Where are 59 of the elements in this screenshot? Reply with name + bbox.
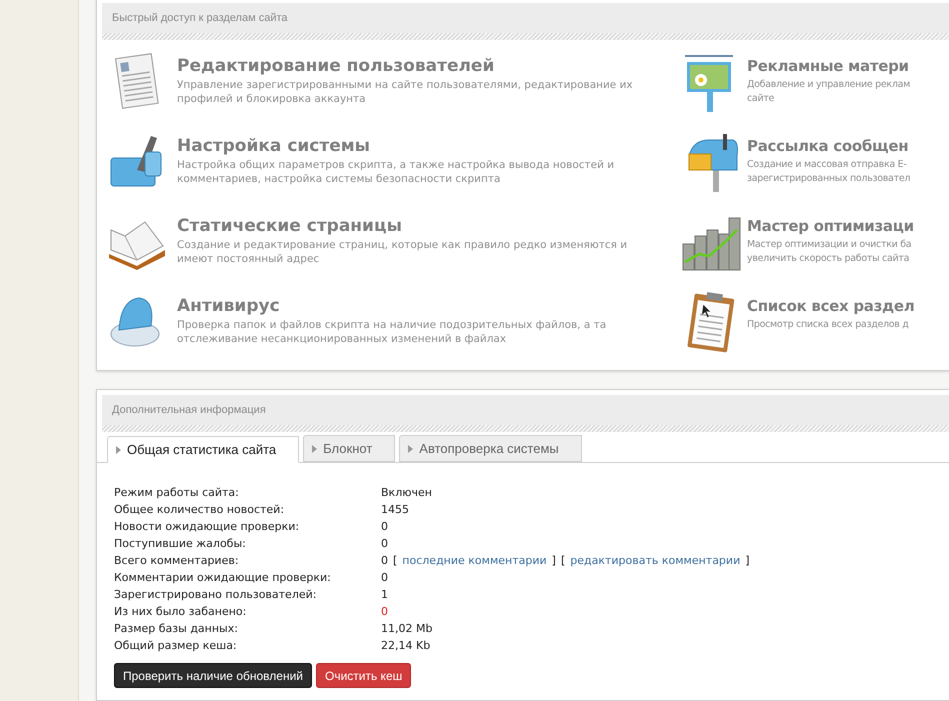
section-description: Просмотр списка всех разделов д (747, 318, 910, 332)
section-description: имеют постоянный адрес (177, 252, 320, 266)
section-title[interactable]: Статические страницы (177, 214, 628, 238)
section-description: Добавление и управление реклам (747, 78, 910, 92)
section-description: комментариев, настройка системы безопасности скрипта (177, 172, 502, 186)
triangle-icon (116, 446, 121, 454)
stat-value: 0 (381, 604, 388, 620)
triangle-icon (312, 444, 318, 452)
bracket-text: ] (745, 553, 750, 570)
section-title[interactable]: Список всех раздел (747, 294, 914, 318)
section-title[interactable]: Антивирус (177, 294, 606, 318)
stat-label: Зарегистрировано пользователей: (114, 587, 318, 604)
section-title[interactable]: Настройка системы (177, 134, 614, 158)
bracket-text: ] (552, 553, 556, 570)
stat-label: Новости ожидающие проверки: (114, 519, 300, 536)
section-description: Настройка общих параметров скрипта, а также настройка вывода новостей и (177, 158, 614, 172)
stat-value: 0 (381, 553, 388, 570)
stat-label: Размер базы данных: (114, 621, 239, 638)
stat-label: Из них было забанено: (114, 604, 248, 620)
panel-title: Дополнительная информация (112, 402, 266, 418)
tab[interactable]: Автопроверка системы (399, 435, 582, 462)
stat-value: Включен (381, 485, 432, 502)
tab[interactable]: Общая статистика сайта (107, 436, 300, 463)
section-description: Управление зарегистрированными на сайте пользователями, редактирование их (177, 78, 633, 92)
stat-label: Комментарии ожидающие проверки: (114, 570, 332, 586)
section-title[interactable]: Рассылка сообщен (747, 134, 910, 158)
panel-title: Быстрый доступ к разделам сайта (112, 10, 288, 26)
stat-label: Всего комментариев: (114, 553, 240, 570)
stat-label: Поступившие жалобы: (114, 536, 247, 552)
section-description: отслеживание несанкционированных изменений в файлах (177, 332, 508, 346)
bracket-text: [ (560, 553, 566, 570)
tab[interactable]: Блокнот (303, 435, 396, 462)
triangle-icon (408, 444, 414, 452)
section-title[interactable]: Рекламные матери (747, 54, 910, 78)
section-description: Мастер оптимизации и очистки ба (747, 238, 912, 252)
section-description: увеличить скорость работы сайта (747, 252, 910, 266)
stat-value: 0 (381, 570, 388, 586)
section-title[interactable]: Мастер оптимизаци (747, 214, 914, 238)
stat-value: 0 (381, 536, 388, 552)
bracket-text: [ (393, 553, 398, 570)
section-description: Создание и массовая отправка E- (747, 158, 908, 172)
section-description: Создание и редактирование страниц, которые как правило редко изменяются и (177, 238, 628, 252)
stat-label: Общее количество новостей: (114, 502, 286, 518)
comments-link[interactable]: редактировать комментарии (570, 553, 740, 570)
stat-label: Режим работы сайта: (114, 485, 240, 502)
stat-value: 1455 (381, 502, 409, 518)
section-description: зарегистрированных пользовател (747, 172, 910, 186)
section-title[interactable]: Редактирование пользователей (177, 54, 633, 78)
comments-link[interactable]: последние комментарии (402, 553, 547, 570)
check-updates-button[interactable]: Проверить наличие обновлений (114, 663, 312, 688)
section-description: сайте (747, 92, 776, 106)
stat-value: 0 (381, 519, 388, 536)
section-description: профилей и блокировка аккаунта (177, 92, 367, 106)
stat-label: Общий размер кеша: (114, 638, 238, 654)
stat-value: 11,02 Mb (381, 621, 432, 638)
clear-cache-button[interactable]: Очистить кеш (316, 663, 412, 688)
section-description: Проверка папок и файлов скрипта на наличие подозрительных файлов, а та (177, 318, 606, 332)
stat-value: 1 (381, 587, 388, 604)
stat-value: 22,14 Kb (381, 638, 430, 654)
